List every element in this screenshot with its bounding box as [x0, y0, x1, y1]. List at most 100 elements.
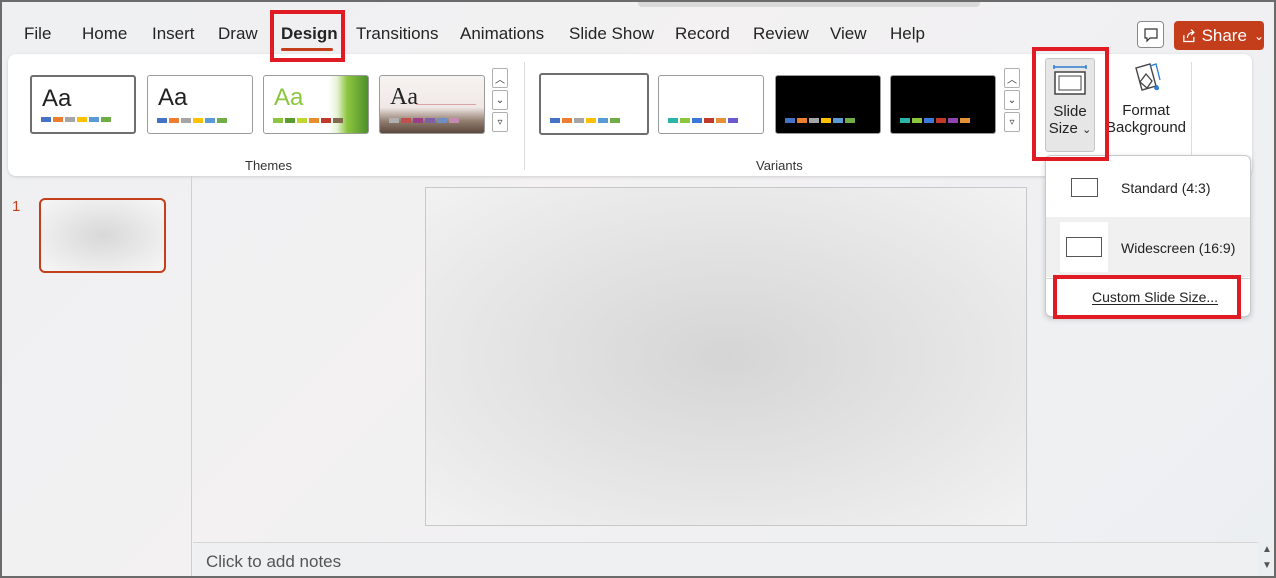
- scroll-down-button[interactable]: ⌄: [1004, 90, 1020, 110]
- color-swatch: [157, 118, 167, 123]
- widescreen-aspect-icon: [1066, 237, 1102, 257]
- color-swatch: [598, 118, 608, 123]
- scroll-up-icon[interactable]: ▲: [1259, 542, 1274, 558]
- color-swatch: [948, 118, 958, 123]
- color-swatch: [785, 118, 795, 123]
- color-swatch: [53, 117, 63, 122]
- tab-animations[interactable]: Animations: [460, 24, 544, 44]
- slide-thumbnail[interactable]: [39, 198, 166, 273]
- color-swatch: [821, 118, 831, 123]
- slide-size-label-text: Size: [1048, 120, 1078, 137]
- color-swatch: [65, 117, 75, 122]
- active-tab-indicator: [281, 48, 333, 51]
- color-swatch: [437, 118, 447, 123]
- menu-item-widescreen[interactable]: Widescreen (16:9): [1046, 217, 1250, 277]
- notes-scrollbar[interactable]: ▲ ▼: [1259, 542, 1274, 576]
- theme-organic[interactable]: Aa: [379, 75, 485, 134]
- color-swatch: [205, 118, 215, 123]
- variant-swatches: [550, 118, 620, 123]
- format-background-button[interactable]: Format Background: [1102, 62, 1190, 152]
- comment-icon: [1143, 27, 1158, 42]
- color-swatch: [924, 118, 934, 123]
- share-button[interactable]: Share ⌄: [1174, 21, 1264, 50]
- color-swatch: [716, 118, 726, 123]
- scroll-up-button[interactable]: ︿: [492, 68, 508, 88]
- color-swatch: [217, 118, 227, 123]
- tab-review[interactable]: Review: [753, 24, 809, 44]
- format-background-icon: [1135, 63, 1161, 91]
- menu-item-standard-label: Standard (4:3): [1121, 180, 1211, 196]
- theme-facet[interactable]: Aa: [263, 75, 369, 134]
- color-swatch: [297, 118, 307, 123]
- tab-record[interactable]: Record: [675, 24, 730, 44]
- themes-scroller: ︿ ⌄ ▿: [492, 68, 508, 134]
- color-swatch: [41, 117, 51, 122]
- color-swatch: [413, 118, 423, 123]
- color-swatch: [285, 118, 295, 123]
- variant-3[interactable]: [775, 75, 881, 134]
- tab-design[interactable]: Design: [281, 24, 338, 44]
- theme-preview-text: Aa: [158, 84, 188, 111]
- slide-size-dropdown: Standard (4:3) Widescreen (16:9) Custom …: [1045, 155, 1251, 317]
- tab-view[interactable]: View: [830, 24, 867, 44]
- color-swatch: [728, 118, 738, 123]
- more-variants-button[interactable]: ▿: [1004, 112, 1020, 132]
- comments-button[interactable]: [1137, 21, 1164, 48]
- chevron-down-icon: ⌄: [1082, 124, 1092, 136]
- color-swatch: [936, 118, 946, 123]
- color-swatch: [77, 117, 87, 122]
- tab-file[interactable]: File: [24, 24, 51, 44]
- color-swatch: [900, 118, 910, 123]
- notes-pane[interactable]: Click to add notes: [193, 542, 1258, 576]
- color-swatch: [586, 118, 596, 123]
- standard-aspect-icon: [1071, 178, 1098, 197]
- color-swatch: [550, 118, 560, 123]
- color-swatch: [321, 118, 331, 123]
- scroll-up-button[interactable]: ︿: [1004, 68, 1020, 88]
- tab-slide-show[interactable]: Slide Show: [569, 24, 654, 44]
- format-background-label-line2: Background: [1105, 119, 1187, 136]
- tab-home[interactable]: Home: [82, 24, 127, 44]
- slide-thumbnail-pane: 1: [2, 176, 192, 576]
- group-divider: [524, 62, 525, 170]
- color-swatch: [692, 118, 702, 123]
- slide-size-label-line1: Slide: [1053, 103, 1087, 120]
- scroll-down-icon[interactable]: ▼: [1259, 558, 1274, 574]
- variant-2[interactable]: [658, 75, 764, 134]
- color-swatch: [797, 118, 807, 123]
- format-background-label-line1: Format: [1122, 102, 1170, 119]
- tab-draw[interactable]: Draw: [218, 24, 258, 44]
- tab-help[interactable]: Help: [890, 24, 925, 44]
- menu-item-standard[interactable]: Standard (4:3): [1046, 156, 1250, 216]
- theme-office-2[interactable]: Aa: [147, 75, 253, 134]
- group-divider: [1191, 62, 1192, 170]
- scroll-down-button[interactable]: ⌄: [492, 90, 508, 110]
- more-themes-button[interactable]: ▿: [492, 112, 508, 132]
- variants-scroller: ︿ ⌄ ▿: [1004, 68, 1020, 134]
- slide-size-button[interactable]: Slide Size ⌄: [1045, 58, 1095, 152]
- theme-accent-line: [416, 104, 476, 105]
- tab-transitions[interactable]: Transitions: [356, 24, 439, 44]
- color-swatch: [562, 118, 572, 123]
- menu-item-custom-slide-size[interactable]: Custom Slide Size...: [1046, 279, 1250, 316]
- slide-number: 1: [12, 198, 21, 215]
- color-swatch: [101, 117, 111, 122]
- variant-1[interactable]: [539, 73, 649, 135]
- color-swatch: [389, 118, 399, 123]
- theme-preview-text: Aa: [274, 84, 304, 111]
- slide-size-label-line2: Size ⌄: [1046, 120, 1094, 137]
- slide-canvas[interactable]: [425, 187, 1027, 526]
- color-swatch: [181, 118, 191, 123]
- menu-item-custom-label: Custom Slide Size...: [1092, 289, 1219, 305]
- color-swatch: [680, 118, 690, 123]
- tab-insert[interactable]: Insert: [152, 24, 195, 44]
- theme-office[interactable]: Aa: [30, 75, 136, 134]
- color-swatch: [574, 118, 584, 123]
- color-swatch: [193, 118, 203, 123]
- share-label: Share: [1201, 25, 1247, 45]
- variant-swatches: [785, 118, 855, 123]
- variant-4[interactable]: [890, 75, 996, 134]
- chevron-down-icon: ⌄: [1253, 28, 1264, 43]
- theme-swatches: [389, 118, 459, 123]
- theme-swatches: [157, 118, 227, 123]
